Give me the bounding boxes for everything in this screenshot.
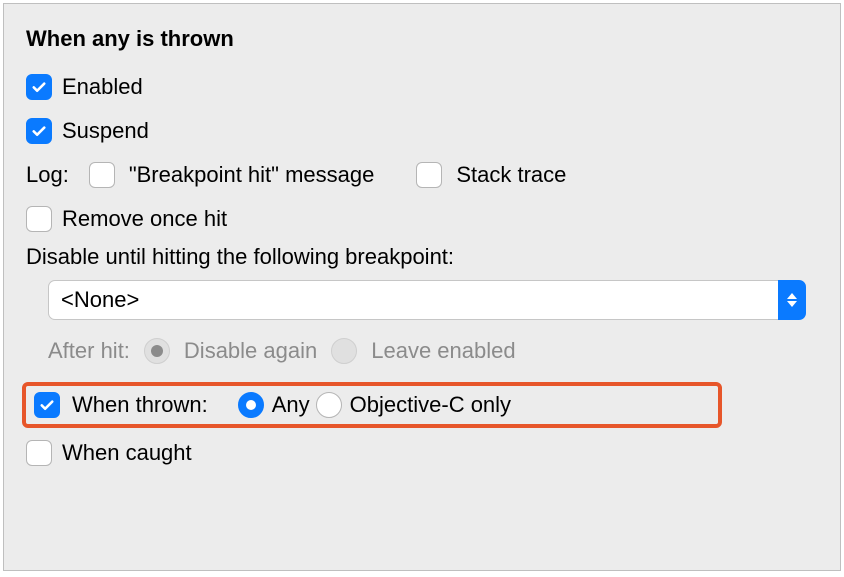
leave-enabled-radio [331, 338, 357, 364]
check-icon [38, 396, 56, 414]
remove-once-hit-label: Remove once hit [62, 206, 227, 232]
enabled-label: Enabled [62, 74, 143, 100]
disable-again-radio [144, 338, 170, 364]
log-breakpoint-hit-label: "Breakpoint hit" message [129, 162, 375, 188]
log-stack-trace-label: Stack trace [456, 162, 566, 188]
suspend-checkbox[interactable] [26, 118, 52, 144]
log-breakpoint-hit-checkbox[interactable] [89, 162, 115, 188]
when-thrown-highlight: When thrown: Any Objective-C only [22, 382, 722, 428]
log-label: Log: [26, 162, 69, 188]
when-thrown-label: When thrown: [72, 392, 208, 418]
chevron-down-icon [787, 301, 797, 307]
remove-once-hit-checkbox[interactable] [26, 206, 52, 232]
chevron-up-icon [787, 293, 797, 299]
objc-only-radio[interactable] [316, 392, 342, 418]
any-label: Any [272, 392, 310, 418]
check-icon [30, 78, 48, 96]
disable-again-label: Disable again [184, 338, 317, 364]
select-stepper[interactable] [778, 280, 806, 320]
when-caught-checkbox[interactable] [26, 440, 52, 466]
when-thrown-checkbox[interactable] [34, 392, 60, 418]
objc-only-label: Objective-C only [350, 392, 511, 418]
after-hit-group: After hit: Disable again Leave enabled [48, 338, 814, 364]
breakpoint-settings-panel: When any is thrown Enabled Suspend Log: … [3, 3, 841, 571]
disable-until-select[interactable]: <None> [48, 280, 806, 320]
when-caught-label: When caught [62, 440, 192, 466]
after-hit-label: After hit: [48, 338, 130, 364]
enabled-checkbox[interactable] [26, 74, 52, 100]
check-icon [30, 122, 48, 140]
panel-title: When any is thrown [26, 26, 814, 52]
suspend-label: Suspend [62, 118, 149, 144]
select-value: <None> [48, 280, 778, 320]
disable-until-label: Disable until hitting the following brea… [26, 244, 814, 270]
log-stack-trace-checkbox[interactable] [416, 162, 442, 188]
any-radio[interactable] [238, 392, 264, 418]
leave-enabled-label: Leave enabled [371, 338, 515, 364]
